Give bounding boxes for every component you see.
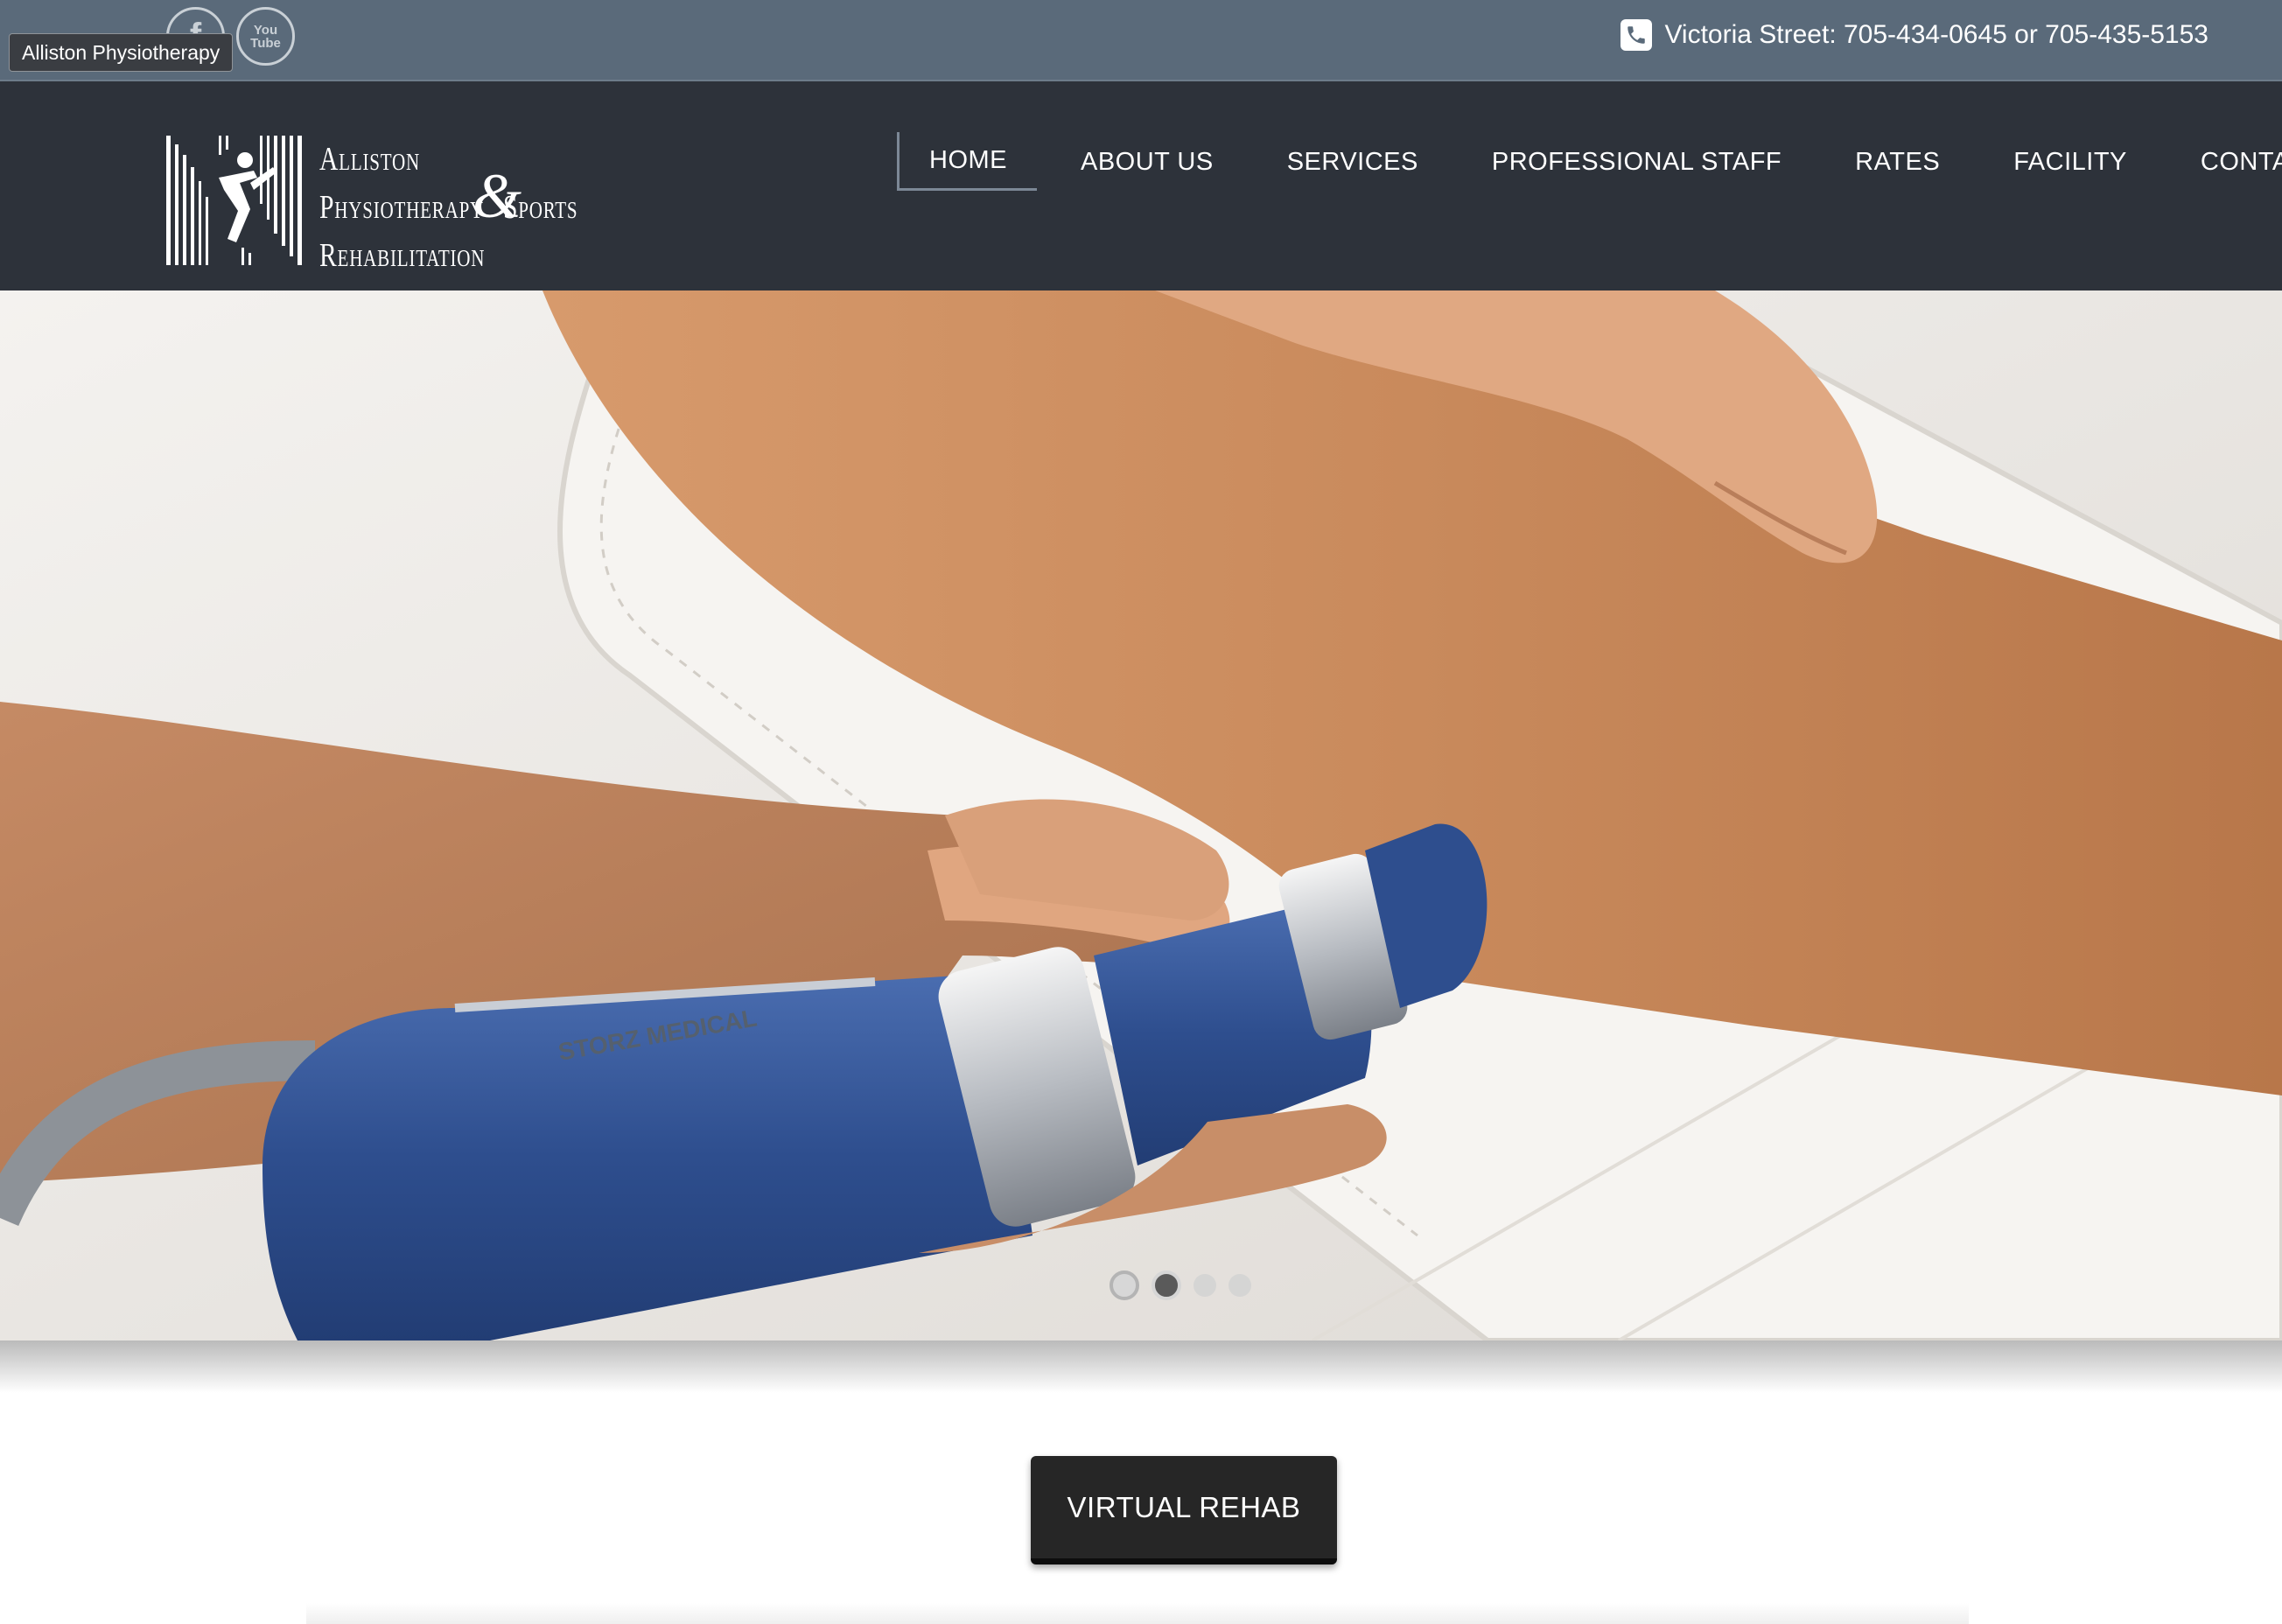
nav-facility[interactable]: FACILITY	[1984, 132, 2157, 192]
youtube-glyph: You Tube	[250, 22, 281, 51]
site-header: Alliston Physiotherapy Sports Rehabilitat…	[0, 81, 2282, 290]
nav-home[interactable]: HOME	[897, 132, 1037, 191]
phone-text: Victoria Street: 705-434-0645 or 705-435…	[1664, 20, 2208, 49]
hero-shadow	[0, 1340, 2282, 1393]
nav-rates[interactable]: RATES	[1825, 132, 1970, 192]
logo-line-2: Physiotherapy Sports	[319, 184, 578, 232]
top-bar: f You Tube Alliston Physiotherapy Victor…	[0, 0, 2282, 81]
phone-info[interactable]: Victoria Street: 705-434-0645 or 705-435…	[1620, 16, 2208, 54]
logo-line-3: Rehabilitation	[319, 237, 486, 274]
section-fade	[306, 1603, 1969, 1624]
nav-about-us[interactable]: ABOUT US	[1051, 132, 1243, 192]
logo-line-2a: Physiotherapy	[319, 189, 485, 226]
slider-dot-2[interactable]	[1152, 1270, 1181, 1300]
nav-contact[interactable]: CONTACT	[2171, 132, 2282, 192]
slider-dots	[1110, 1270, 1251, 1300]
virtual-rehab-button[interactable]: VIRTUAL REHAB	[1031, 1456, 1337, 1564]
logo-ampersand: &	[472, 161, 522, 231]
slider-dot-4[interactable]	[1228, 1274, 1251, 1297]
site-tooltip: Alliston Physiotherapy	[9, 33, 234, 72]
logo-mark-icon	[166, 136, 302, 265]
nav-services[interactable]: SERVICES	[1257, 132, 1448, 192]
youtube-icon[interactable]: You Tube	[236, 7, 295, 66]
slider-dot-1[interactable]	[1110, 1270, 1139, 1300]
logo-line-1: Alliston	[319, 141, 421, 178]
nav-professional-staff[interactable]: PROFESSIONAL STAFF	[1462, 132, 1811, 192]
hero-image: STORZ MEDICAL	[0, 290, 2282, 1340]
hero-slider[interactable]: STORZ MEDICAL	[0, 290, 2282, 1340]
main-nav: HOME ABOUT US SERVICES PROFESSIONAL STAF…	[897, 132, 2282, 242]
logo-text: Alliston Physiotherapy Sports Rehabilitat…	[319, 136, 578, 280]
phone-icon	[1620, 19, 1653, 51]
slider-dot-3[interactable]	[1194, 1274, 1216, 1297]
logo[interactable]: Alliston Physiotherapy Sports Rehabilitat…	[166, 136, 578, 274]
